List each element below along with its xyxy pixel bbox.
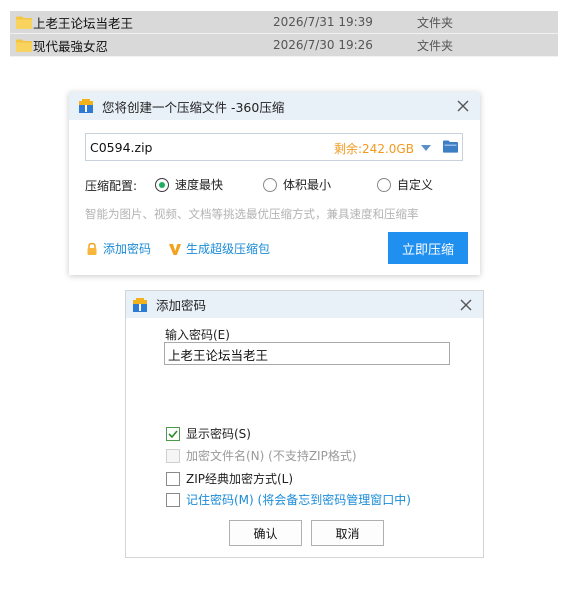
file-row[interactable]: 现代最強女忍 2026/7/30 19:26 文件夹 [10, 34, 558, 57]
checkbox-unchecked-icon [166, 471, 180, 486]
ok-button[interactable]: 确认 [229, 520, 302, 546]
browse-folder-icon[interactable] [443, 140, 458, 153]
radio-label: 速度最快 [175, 178, 224, 192]
checkbox-label: 记住密码(M) (将会备忘到密码管理窗口中) [186, 493, 411, 507]
folder-icon [16, 39, 32, 52]
file-date: 2026/7/31 19:39 [273, 15, 373, 29]
show-password-checkbox[interactable]: 显示密码(S) [166, 425, 251, 442]
checkbox-disabled-icon [166, 448, 180, 463]
password-dialog-title: 添加密码 [156, 298, 207, 313]
zip-classic-encryption-checkbox[interactable]: ZIP经典加密方式(L) [166, 470, 293, 487]
radio-custom[interactable]: 自定义 [377, 176, 433, 193]
compress-dialog-titlebar[interactable]: 您将创建一个压缩文件 -360压缩 [69, 92, 480, 120]
archive-filename: C0594.zip [90, 140, 153, 155]
super-pack-link[interactable]: 生成超级压缩包 [168, 240, 270, 257]
add-password-link[interactable]: 添加密码 [85, 240, 151, 257]
compress-hint-text: 智能为图片、视频、文档等挑选最优压缩方式，兼具速度和压缩率 [85, 207, 419, 221]
free-space-label: 剩余:242.0GB [334, 142, 414, 156]
file-type: 文件夹 [417, 15, 454, 30]
compress-config-label: 压缩配置: [85, 179, 138, 193]
password-input[interactable]: 上老王论坛当老王 [164, 342, 450, 365]
checkbox-label: 加密文件名(N) (不支持ZIP格式) [186, 449, 357, 463]
compress-dialog: 您将创建一个压缩文件 -360压缩 C0594.zip 剩余:242.0GB 压… [69, 92, 480, 275]
compress-now-button[interactable]: 立即压缩 [388, 232, 468, 264]
checkbox-label: ZIP经典加密方式(L) [186, 472, 294, 486]
remember-password-checkbox[interactable]: 记住密码(M) (将会备忘到密码管理窗口中) [166, 491, 411, 508]
add-password-label: 添加密码 [103, 242, 152, 256]
radio-smallest[interactable]: 体积最小 [263, 176, 331, 193]
radio-selected-icon [155, 177, 169, 192]
password-dialog-titlebar[interactable]: 添加密码 [126, 291, 483, 318]
folder-icon [16, 16, 32, 29]
archive-filename-input[interactable]: C0594.zip 剩余:242.0GB [85, 133, 463, 161]
lock-icon [87, 242, 97, 255]
super-pack-label: 生成超级压缩包 [186, 242, 271, 256]
close-icon[interactable] [459, 298, 473, 312]
encrypt-filename-checkbox: 加密文件名(N) (不支持ZIP格式) [166, 447, 357, 464]
checkbox-unchecked-icon [166, 492, 180, 507]
file-row[interactable]: 上老王论坛当老王 2026/7/31 19:39 文件夹 [10, 11, 558, 34]
chevron-down-icon[interactable] [420, 144, 432, 152]
close-icon[interactable] [456, 99, 470, 113]
radio-label: 体积最小 [283, 178, 332, 192]
compress-config-row: 压缩配置: 速度最快 体积最小 自定义 [85, 176, 465, 194]
compress-dialog-title: 您将创建一个压缩文件 -360压缩 [102, 99, 285, 115]
archive-app-icon [133, 297, 147, 312]
file-list: 上老王论坛当老王 2026/7/31 19:39 文件夹 现代最強女忍 2026… [10, 11, 558, 57]
archive-app-icon [79, 99, 93, 113]
file-name: 现代最強女忍 [33, 38, 109, 54]
file-name: 上老王论坛当老王 [33, 15, 134, 31]
radio-fastest[interactable]: 速度最快 [155, 176, 223, 193]
vip-v-icon [169, 243, 181, 255]
radio-label: 自定义 [397, 178, 434, 192]
checkbox-label: 显示密码(S) [186, 427, 251, 441]
radio-unselected-icon [377, 177, 391, 192]
checkmark-icon [168, 429, 178, 438]
file-date: 2026/7/30 19:26 [273, 38, 373, 52]
add-password-dialog: 添加密码 输入密码(E) 上老王论坛当老王 显示密码(S) 加密文件名(N) (… [125, 290, 484, 558]
cancel-button[interactable]: 取消 [311, 520, 384, 546]
radio-unselected-icon [263, 177, 277, 192]
password-input-label: 输入密码(E) [165, 328, 230, 342]
checkbox-checked-icon [166, 426, 180, 441]
file-type: 文件夹 [417, 38, 454, 53]
